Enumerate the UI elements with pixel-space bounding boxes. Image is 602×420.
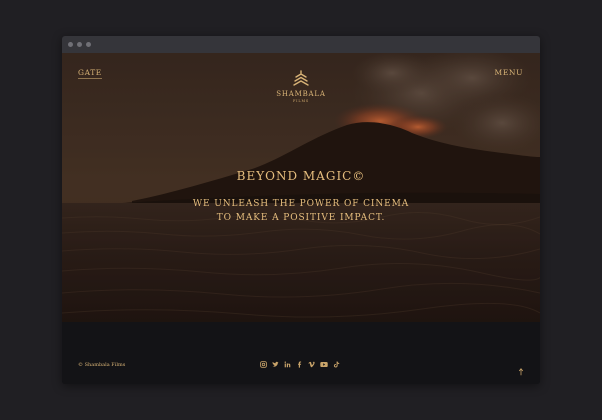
hero-section: GATE SHAMBALA FILMS MENU BEYOND MAGIC© W…	[62, 53, 540, 322]
window-dot-icon[interactable]	[77, 42, 82, 47]
tiktok-icon[interactable]	[333, 361, 340, 368]
window-dot-icon[interactable]	[68, 42, 73, 47]
hero-tagline-line1: WE UNLEASH THE POWER OF CINEMA	[192, 199, 410, 209]
linkedin-icon[interactable]	[284, 361, 291, 368]
window-titlebar	[62, 36, 540, 53]
scroll-up-icon[interactable]	[518, 361, 524, 376]
gate-link[interactable]: GATE	[78, 68, 102, 79]
hero-tagline-line2: TO MAKE A POSITIVE IMPACT.	[216, 213, 386, 223]
shambala-emblem-icon	[293, 70, 309, 86]
menu-button[interactable]: MENU	[495, 68, 523, 77]
brand-subtitle: FILMS	[292, 99, 310, 103]
youtube-icon[interactable]	[320, 361, 328, 368]
window-dot-icon[interactable]	[86, 42, 91, 47]
vimeo-icon[interactable]	[308, 361, 315, 368]
brand-logo[interactable]: SHAMBALA FILMS	[271, 70, 331, 103]
hero-headline: BEYOND MAGIC©	[236, 169, 366, 183]
twitter-icon[interactable]	[272, 361, 279, 368]
brand-name: SHAMBALA	[276, 90, 326, 98]
copyright-text: © Shambala Films	[78, 362, 126, 368]
instagram-icon[interactable]	[260, 361, 267, 368]
facebook-icon[interactable]	[296, 361, 303, 368]
browser-window: GATE SHAMBALA FILMS MENU BEYOND MAGIC© W…	[62, 36, 540, 384]
site-footer: © Shambala Films	[62, 322, 540, 384]
